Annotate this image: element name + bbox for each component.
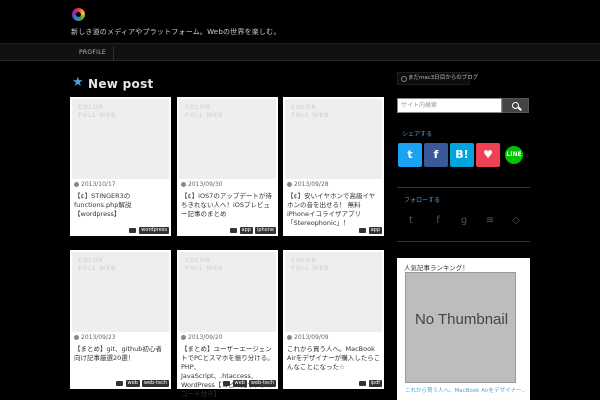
category-tag[interactable]: app <box>239 227 253 234</box>
search-button[interactable] <box>502 98 529 113</box>
category-tag[interactable]: web-tech <box>141 380 169 387</box>
post-card[interactable]: COLOR FULL WEB 2013/09/23 【まとめ】git、github初… <box>70 250 171 389</box>
thumbnail-placeholder-text: COLOR FULL WEB <box>291 257 329 272</box>
search-input[interactable] <box>397 98 502 113</box>
post-card[interactable]: COLOR FULL WEB 2013/09/28 【¢】安いイヤホンで高級イヤホン… <box>283 97 384 236</box>
post-tags: web web-tech <box>222 380 276 387</box>
category-tag[interactable]: iphone <box>254 227 276 234</box>
facebook-follow-icon[interactable]: f <box>432 215 444 227</box>
post-title-link[interactable]: 【¢】安いイヤホンで高級イヤホンの音を出せる！ 無料iPhoneイコライザアプリ… <box>287 192 381 228</box>
post-title-link[interactable]: 【¢】STINGER3の functions.php解説 【wordpress】 <box>74 192 168 219</box>
post-date-text: 2013/10/17 <box>81 181 116 188</box>
site-logo-icon[interactable] <box>72 8 85 21</box>
post-date-text: 2013/09/23 <box>81 334 116 341</box>
folder-icon <box>358 228 366 233</box>
post-title-link[interactable]: 【¢】iOS7のアップデートが待ちきれない人へ！iOSプレビュー記事のまとめ <box>181 192 275 219</box>
follow-label: フォローする <box>404 197 441 204</box>
post-date-text: 2013/09/30 <box>188 181 223 188</box>
category-tag[interactable]: app <box>368 227 382 234</box>
post-card[interactable]: COLOR FULL WEB 2013/09/09 これから買う人へ。MacBook… <box>283 250 384 389</box>
post-thumbnail[interactable]: COLOR FULL WEB <box>285 252 382 332</box>
post-date: 2013/09/30 <box>181 181 223 188</box>
category-tag[interactable]: wordpress <box>139 227 169 234</box>
ranking-title: 人気記事ランキング！ <box>404 264 469 272</box>
post-card[interactable]: COLOR FULL WEB 2013/09/30 【¢】iOS7のアップデートが待… <box>177 97 278 236</box>
ranking-thumbnail-text: No Thumbnail <box>414 311 509 328</box>
feedly-follow-icon[interactable]: ◇ <box>510 215 522 227</box>
post-thumbnail[interactable]: COLOR FULL WEB <box>72 99 169 179</box>
folder-icon <box>115 381 123 386</box>
thumbnail-placeholder-text: COLOR FULL WEB <box>291 104 329 119</box>
folder-icon <box>129 228 137 233</box>
twitter-share-button[interactable]: t <box>398 143 422 167</box>
post-date-text: 2013/09/28 <box>294 181 329 188</box>
category-tag[interactable]: web-tech <box>248 380 276 387</box>
post-card[interactable]: COLOR FULL WEB 2013/10/17 【¢】STINGER3の fun… <box>70 97 171 236</box>
share-label: シェアする <box>402 131 433 138</box>
post-date: 2013/09/09 <box>287 334 329 341</box>
post-tags: web web-tech <box>115 380 169 387</box>
thumbnail-placeholder-text: COLOR FULL WEB <box>185 257 223 272</box>
site-tagline: 新しき道のメディアやプラットフォーム。Webの世界を楽しむ。 <box>71 28 281 36</box>
section-title: New post <box>74 77 154 91</box>
post-thumbnail[interactable]: COLOR FULL WEB <box>285 99 382 179</box>
ranking-item-link[interactable]: これから買う人へ。MacBook Airをデザイナー... <box>405 386 525 394</box>
post-tags: ipdf <box>358 380 382 387</box>
category-tag[interactable]: web <box>232 380 247 387</box>
post-date-text: 2013/09/20 <box>188 334 223 341</box>
post-date: 2013/09/23 <box>74 334 116 341</box>
twitter-follow-icon[interactable]: t <box>405 215 417 227</box>
hatena-share-button[interactable]: B! <box>450 143 474 167</box>
nav-item-profile[interactable]: PROFILE <box>72 46 114 60</box>
folder-icon <box>229 228 237 233</box>
clock-icon <box>181 334 186 340</box>
clock-icon <box>74 181 79 187</box>
post-date-text: 2013/09/09 <box>294 334 329 341</box>
line-share-button[interactable]: LINE <box>505 146 523 164</box>
thumbnail-placeholder-text: COLOR FULL WEB <box>185 104 223 119</box>
post-title-link[interactable]: 【まとめ】git、github初心者向け記事厳選20選！ <box>74 345 168 363</box>
post-thumbnail[interactable]: COLOR FULL WEB <box>179 99 276 179</box>
folder-icon <box>358 381 366 386</box>
facebook-share-button[interactable]: f <box>424 143 448 167</box>
post-card[interactable]: COLOR FULL WEB 2013/09/20 【まとめ】ユーザーエージェントで… <box>177 250 278 398</box>
rss-follow-icon[interactable]: ≋ <box>484 215 496 227</box>
post-date: 2013/09/28 <box>287 181 329 188</box>
global-nav: PROFILE <box>0 43 600 61</box>
googleplus-follow-icon[interactable]: g <box>458 215 470 227</box>
post-title-link[interactable]: これから買う人へ。MacBook Airをデザイナーが購入したらこんなことになっ… <box>287 345 381 372</box>
site-header: 新しき道のメディアやプラットフォーム。Webの世界を楽しむ。 <box>0 0 600 43</box>
post-tags: app iphone <box>229 227 276 234</box>
post-date: 2013/09/20 <box>181 334 223 341</box>
section-title-label: New post <box>88 77 154 91</box>
clock-icon <box>287 181 292 187</box>
pocket-share-button[interactable]: ♥ <box>476 143 500 167</box>
clock-icon <box>181 181 186 187</box>
thumbnail-placeholder-text: COLOR FULL WEB <box>78 104 116 119</box>
post-title-link[interactable]: 【まとめ】ユーザーエージェントでPCとスマホを振り分ける。PHP、JavaScr… <box>181 345 275 399</box>
thumbnail-placeholder-text: COLOR FULL WEB <box>78 257 116 272</box>
clock-icon <box>287 334 292 340</box>
post-tags: wordpress <box>129 227 169 234</box>
category-tag[interactable]: ipdf <box>368 380 382 387</box>
post-tags: app <box>358 227 382 234</box>
sidebar-widget-title[interactable]: まだmac3日目からのブログ <box>397 72 478 85</box>
post-date: 2013/10/17 <box>74 181 116 188</box>
category-tag[interactable]: web <box>125 380 140 387</box>
folder-icon <box>222 381 230 386</box>
post-thumbnail[interactable]: COLOR FULL WEB <box>179 252 276 332</box>
ranking-thumbnail[interactable]: No Thumbnail <box>405 272 516 383</box>
clock-icon <box>74 334 79 340</box>
post-thumbnail[interactable]: COLOR FULL WEB <box>72 252 169 332</box>
